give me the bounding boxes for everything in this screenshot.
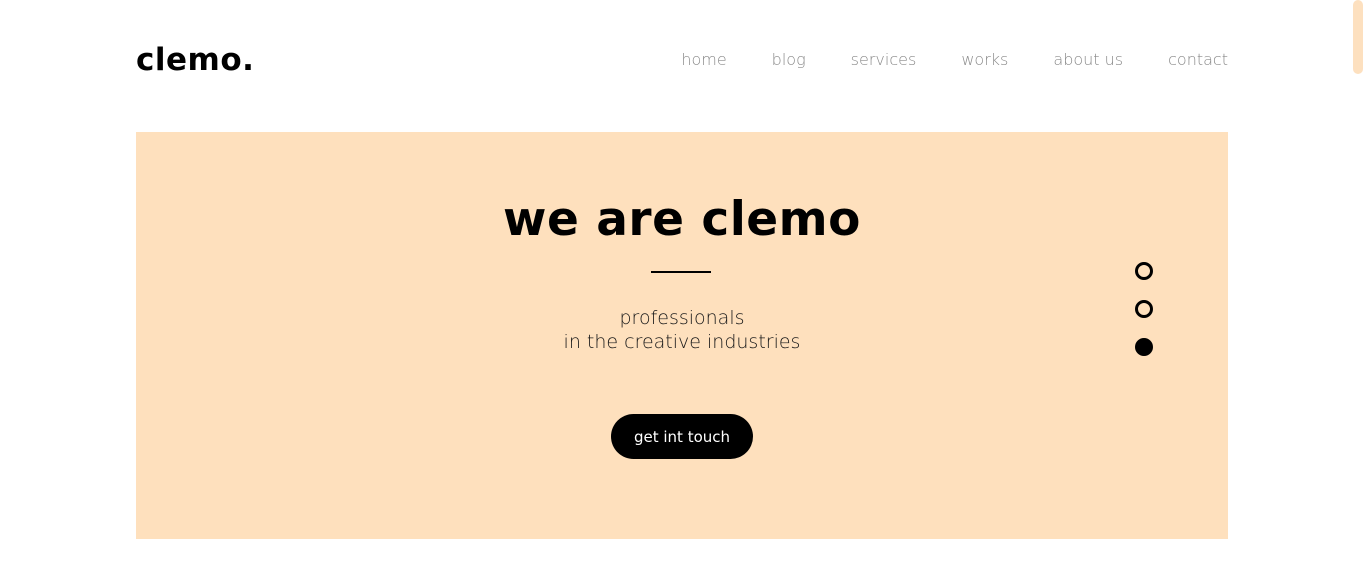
nav-item-services[interactable]: services <box>851 50 917 69</box>
hero-banner: we are clemo professionals in the creati… <box>136 132 1228 539</box>
hero-subtitle-line2: in the creative industries <box>563 331 801 353</box>
page: clemo. home blog services works about us… <box>0 0 1365 573</box>
hero-subtitle-line1: professionals <box>619 307 745 329</box>
nav-item-home[interactable]: home <box>681 50 726 69</box>
slider-dot-3[interactable] <box>1135 338 1153 356</box>
scrollbar-thumb[interactable] <box>1353 0 1363 74</box>
nav-item-about-us[interactable]: about us <box>1053 50 1123 69</box>
nav-item-works[interactable]: works <box>961 50 1008 69</box>
hero-divider <box>651 271 711 273</box>
slider-dot-1[interactable] <box>1135 262 1153 280</box>
nav-item-contact[interactable]: contact <box>1168 50 1228 69</box>
site-header: clemo. home blog services works about us… <box>136 40 1228 82</box>
get-in-touch-button[interactable]: get int touch <box>611 414 753 459</box>
main-nav: home blog services works about us contac… <box>681 50 1228 69</box>
slider-pagination <box>1135 262 1153 376</box>
nav-item-blog[interactable]: blog <box>772 50 806 69</box>
hero-title: we are clemo <box>503 192 861 247</box>
logo[interactable]: clemo. <box>136 42 254 78</box>
slider-dot-2[interactable] <box>1135 300 1153 318</box>
